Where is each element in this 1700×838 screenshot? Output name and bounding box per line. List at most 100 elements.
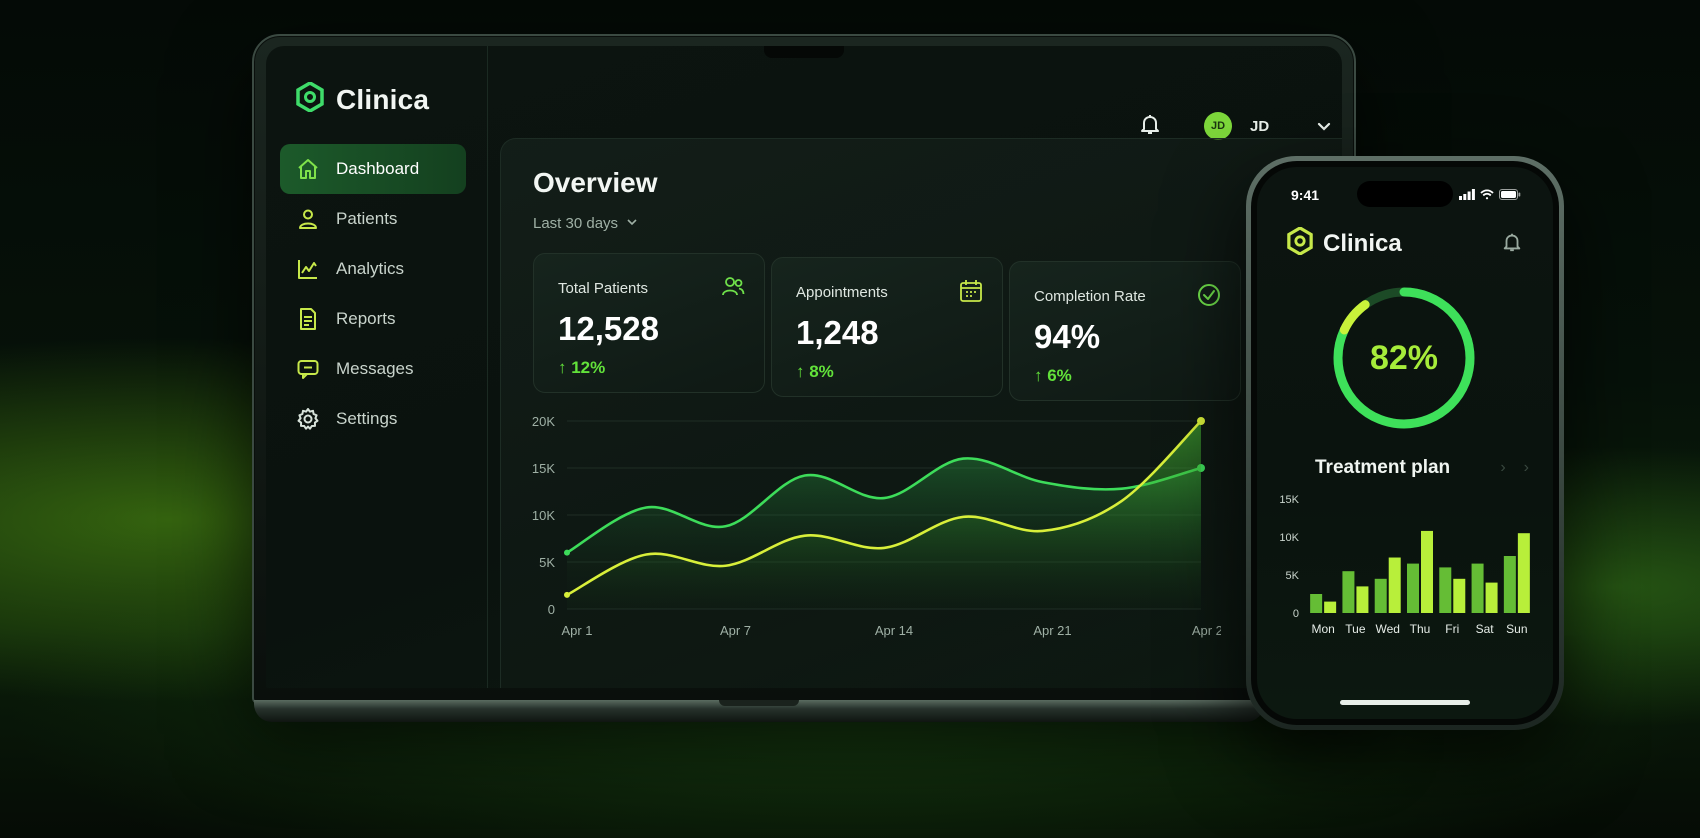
y-tick-label: 5K [1286,570,1300,582]
y-tick-label: 0 [1293,608,1299,620]
bell-icon[interactable] [1138,112,1162,136]
brand[interactable]: Clinica [296,80,430,117]
camera-notch [764,46,844,58]
laptop-groove [719,700,799,706]
date-range-value: Last 30 days [533,215,619,232]
data-point [564,591,570,598]
gear-icon [296,407,320,431]
bar [1517,533,1530,613]
sidebar-item-dashboard[interactable]: Dashboard [280,144,466,194]
check-circle-icon [1196,282,1222,308]
y-tick-label: 10K [1279,532,1299,544]
bar [1342,571,1355,613]
x-tick-label: Apr 7 [720,623,751,638]
stat-delta: ↑ 6% [1034,366,1072,385]
bar [1439,567,1452,613]
bar [1503,556,1516,613]
logo-icon [1287,226,1313,260]
users-icon [720,274,746,300]
report-icon [296,307,320,331]
status-icons [1459,187,1521,205]
phone-bezel: 9:41 Clinica 82% Treatment plan › › 0 5K… [1251,161,1559,725]
stat-card-total-patients[interactable]: Total Patients 12,528 ↑ 12% [533,253,765,393]
bar [1471,563,1484,613]
sidebar-item-label: Patients [336,209,398,228]
status-time: 9:41 [1291,187,1320,203]
brand-name: Clinica [1323,229,1402,257]
calendar-icon [958,278,984,304]
bar [1453,578,1466,613]
user-icon [296,207,320,231]
stat-label: Total Patients [558,280,649,297]
x-tick-label: Fri [1445,622,1459,636]
stat-card-completion-rate[interactable]: Completion Rate 94% ↑ 6% [1009,261,1241,401]
date-range-select[interactable]: Last 30 days [533,215,638,232]
gauge-value: 82% [1369,338,1439,377]
bar [1485,582,1498,613]
home-indicator [1340,700,1470,705]
y-tick-label: 5K [539,555,555,570]
stat-label: Completion Rate [1034,288,1146,305]
sidebar-nav: Dashboard Patients Analytics Reports Mes… [280,144,466,444]
x-tick-label: Wed [1375,622,1399,636]
stat-card-appointments[interactable]: Appointments 1,248 ↑ 8% [771,257,1003,397]
sidebar-item-analytics[interactable]: Analytics [280,244,466,294]
chevron-down-icon[interactable] [1316,118,1332,134]
treatment-plan-row[interactable]: Treatment plan › › [1315,457,1529,479]
y-tick-label: 10K [532,508,555,523]
wifi-icon [1480,187,1494,205]
sidebar-item-messages[interactable]: Messages [280,344,466,394]
laptop-base [254,700,1264,722]
bar [1374,578,1387,613]
sidebar-item-settings[interactable]: Settings [280,394,466,444]
phone: 9:41 Clinica 82% Treatment plan › › 0 5K… [1246,156,1564,730]
logo-icon [296,80,324,117]
sidebar-item-patients[interactable]: Patients [280,194,466,244]
patients-line-chart: 0 5K 10K 15K 20K Apr 1 Apr 7 Apr 14 Apr 21 Apr 28 [532,414,1221,638]
scene: Clinica Dashboard Patients Analytics Rep… [0,0,1700,838]
bar [1324,601,1337,613]
x-tick-label: Mon [1311,622,1334,636]
brand-name: Clinica [336,83,430,115]
sidebar-item-reports[interactable]: Reports [280,294,466,344]
data-point [564,549,570,556]
phone-brand[interactable]: Clinica [1287,226,1402,260]
data-point [1197,417,1205,425]
chevron-right-icon[interactable]: › [1524,459,1529,477]
y-tick-label: 20K [532,414,555,429]
stat-value: 1,248 [796,314,879,351]
message-icon [296,357,320,381]
y-tick-label: 0 [548,602,555,617]
phone-screen: 9:41 Clinica 82% Treatment plan › › 0 5K… [1257,167,1553,719]
sidebar-item-label: Reports [336,309,396,328]
chevron-down-icon [626,215,638,232]
x-tick-label: Apr 14 [875,623,913,638]
battery-icon [1499,187,1521,205]
sidebar-item-label: Messages [336,359,414,378]
sidebar-item-label: Dashboard [336,159,420,178]
bell-icon[interactable] [1501,231,1523,253]
analytics-icon [296,257,320,281]
y-tick-label: 15K [532,461,555,476]
signal-icon [1459,187,1475,205]
x-tick-label: Sat [1476,622,1495,636]
stat-delta: ↑ 8% [796,362,834,381]
stat-value: 94% [1034,318,1101,355]
sidebar-item-label: Settings [336,409,398,428]
x-tick-label: Sun [1506,622,1527,636]
y-tick-label: 15K [1279,494,1299,506]
avatar[interactable]: JD [1204,112,1232,140]
bar [1356,586,1369,613]
laptop: Clinica Dashboard Patients Analytics Rep… [252,34,1356,704]
bar [1421,530,1433,613]
x-tick-label: Apr 1 [561,623,592,638]
bar [1310,594,1323,613]
weekly-bar-chart: 0 5K 10K 15K Mon Tue Wed Thu Fri Sat Sun [1279,494,1530,636]
stat-delta: ↑ 12% [558,358,606,377]
chevron-right-icon[interactable]: › [1500,459,1505,477]
sidebar: Clinica Dashboard Patients Analytics Rep… [266,46,488,688]
bar [1407,563,1419,613]
user-name[interactable]: JD [1250,118,1269,135]
overview-panel: Overview Last 30 days Total Patients 12,… [500,138,1342,688]
x-tick-label: Thu [1410,622,1431,636]
